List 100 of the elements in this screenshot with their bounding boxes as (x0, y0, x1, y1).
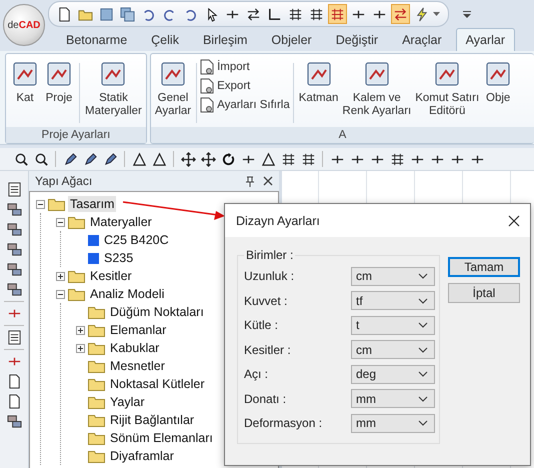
unit-dropdown[interactable]: cm (351, 340, 435, 359)
ribbon-button[interactable]: Export (200, 78, 290, 94)
folder-icon (88, 359, 105, 373)
toolbar-button[interactable] (259, 150, 277, 168)
bolt-icon (414, 6, 429, 22)
tree-item[interactable]: S235 (102, 250, 136, 266)
ribbon-button[interactable]: Proje (42, 57, 76, 107)
toolbar-button[interactable] (5, 413, 23, 430)
toolbar-button[interactable] (5, 201, 23, 218)
folder-icon (88, 431, 105, 445)
logo-name: CAD (18, 20, 40, 30)
unit-dropdown[interactable]: tf (351, 291, 435, 310)
tree-item[interactable]: Kabuklar (108, 340, 162, 356)
unit-dropdown[interactable]: cm (351, 266, 435, 286)
dialog-button[interactable]: Tamam (448, 257, 520, 277)
unit-dropdown[interactable]: t (351, 316, 435, 334)
tree-item[interactable]: Rijit Bağlantılar (108, 412, 196, 428)
tree-item[interactable]: Materyaller (88, 214, 154, 230)
ribbon-button[interactable]: Ayarları Sıfırla (200, 97, 290, 113)
corner-icon (267, 6, 282, 22)
expand-toggle[interactable] (76, 326, 85, 334)
chevron-down-icon (418, 396, 428, 402)
toolbar-button[interactable] (5, 261, 23, 278)
collapse-toggle[interactable] (36, 200, 45, 208)
folder-icon (88, 323, 105, 337)
tree-item[interactable]: Mesnetler (108, 358, 167, 374)
tree-item[interactable]: Tasarım (68, 196, 116, 212)
folder-icon (88, 377, 105, 391)
grid-icon (309, 6, 324, 22)
toolbar-button[interactable] (130, 150, 148, 168)
chevron-down-icon (418, 273, 428, 279)
collapse-toggle[interactable] (56, 290, 65, 298)
material-icon (88, 252, 99, 264)
toolbar-button[interactable] (150, 150, 168, 168)
triangle-icon (260, 152, 276, 166)
tree-item[interactable]: C25 B420C (102, 232, 171, 248)
folder-icon (88, 341, 105, 355)
app-logo[interactable]: deCAD (3, 4, 45, 46)
toolbar-button[interactable] (5, 221, 23, 238)
tree-item[interactable]: Analiz Modeli (88, 286, 166, 302)
document-gear-icon (200, 78, 214, 94)
tree-item[interactable]: Diyaframlar (108, 448, 176, 464)
expand-toggle[interactable] (56, 272, 65, 280)
close-icon[interactable] (508, 214, 520, 226)
toolbar-button[interactable] (5, 241, 23, 258)
cross-arrows-icon (200, 152, 216, 166)
toolbar-button[interactable] (199, 150, 217, 168)
customize-icon[interactable] (463, 10, 471, 18)
dialog-button[interactable]: İptal (448, 283, 520, 303)
ribbon-button[interactable]: İmport (200, 59, 290, 75)
stack-icon (6, 242, 22, 257)
chevron-down-icon (418, 322, 428, 328)
ribbon-button[interactable]: Statik Materyaller (83, 57, 144, 120)
folder-icon (68, 269, 85, 283)
tree-item[interactable]: Sönüm Elemanları (108, 430, 215, 446)
cross-arrows-icon (180, 152, 196, 166)
stack-icon (6, 414, 22, 429)
pencil-icon (102, 152, 118, 166)
pencil-icon (62, 152, 78, 166)
rotate-icon (220, 152, 236, 166)
chevron-down-icon (418, 346, 428, 352)
field-label: Deformasyon : (244, 416, 322, 430)
ribbon-button[interactable]: Komut Satırı Editörü (413, 57, 482, 120)
field-label: Donatı : (244, 392, 286, 406)
tree-item[interactable]: Elemanlar (108, 322, 168, 338)
unit-dropdown[interactable]: deg (351, 364, 435, 384)
tree-item[interactable]: Kesitler (88, 268, 134, 284)
folder-icon (88, 395, 105, 409)
list-icon (6, 330, 22, 345)
collapse-toggle[interactable] (56, 218, 65, 226)
dropdown-caret-icon[interactable] (433, 12, 440, 16)
ribbon-tab[interactable]: Birleşim (192, 28, 258, 51)
ribbon-tab[interactable]: Araçlar (392, 28, 452, 51)
ribbon-button[interactable]: Kalem ve Renk Ayarları (340, 57, 414, 120)
toolbar-button[interactable] (5, 281, 23, 298)
ribbon-tab[interactable]: Betonarme (56, 28, 138, 51)
ribbon-button[interactable]: Katman (296, 57, 340, 107)
tree-item[interactable]: Düğüm Noktaları (108, 304, 206, 320)
toolbar-button[interactable] (179, 150, 197, 168)
document-icon (6, 374, 22, 389)
triangle-icon (132, 152, 146, 166)
expand-toggle[interactable] (76, 344, 85, 352)
unit-dropdown[interactable]: mm (351, 389, 435, 408)
document-gear-icon (200, 97, 214, 113)
tree-item[interactable]: Yaylar (108, 394, 147, 410)
ribbon-button[interactable]: Kat (8, 57, 42, 107)
logo-prefix: de (8, 20, 19, 30)
folder-icon (68, 215, 85, 229)
unit-dropdown[interactable]: mm (351, 414, 435, 432)
group-label: Proje Ayarları (6, 127, 146, 143)
ribbon-tab[interactable]: Objeler (261, 28, 322, 51)
ribbon-tab[interactable]: Ayarlar (456, 28, 516, 51)
stack-icon (6, 282, 22, 297)
pin-icon[interactable] (245, 176, 255, 186)
close-icon[interactable] (263, 176, 273, 186)
tree-item[interactable]: Noktasal Kütleler (108, 376, 206, 392)
ribbon-button[interactable]: Genel Ayarlar (152, 57, 194, 120)
ribbon-tab[interactable]: Değiştir (326, 28, 388, 51)
ribbon-button[interactable]: Obje (481, 57, 516, 107)
ribbon-tab[interactable]: Çelik (141, 28, 189, 51)
